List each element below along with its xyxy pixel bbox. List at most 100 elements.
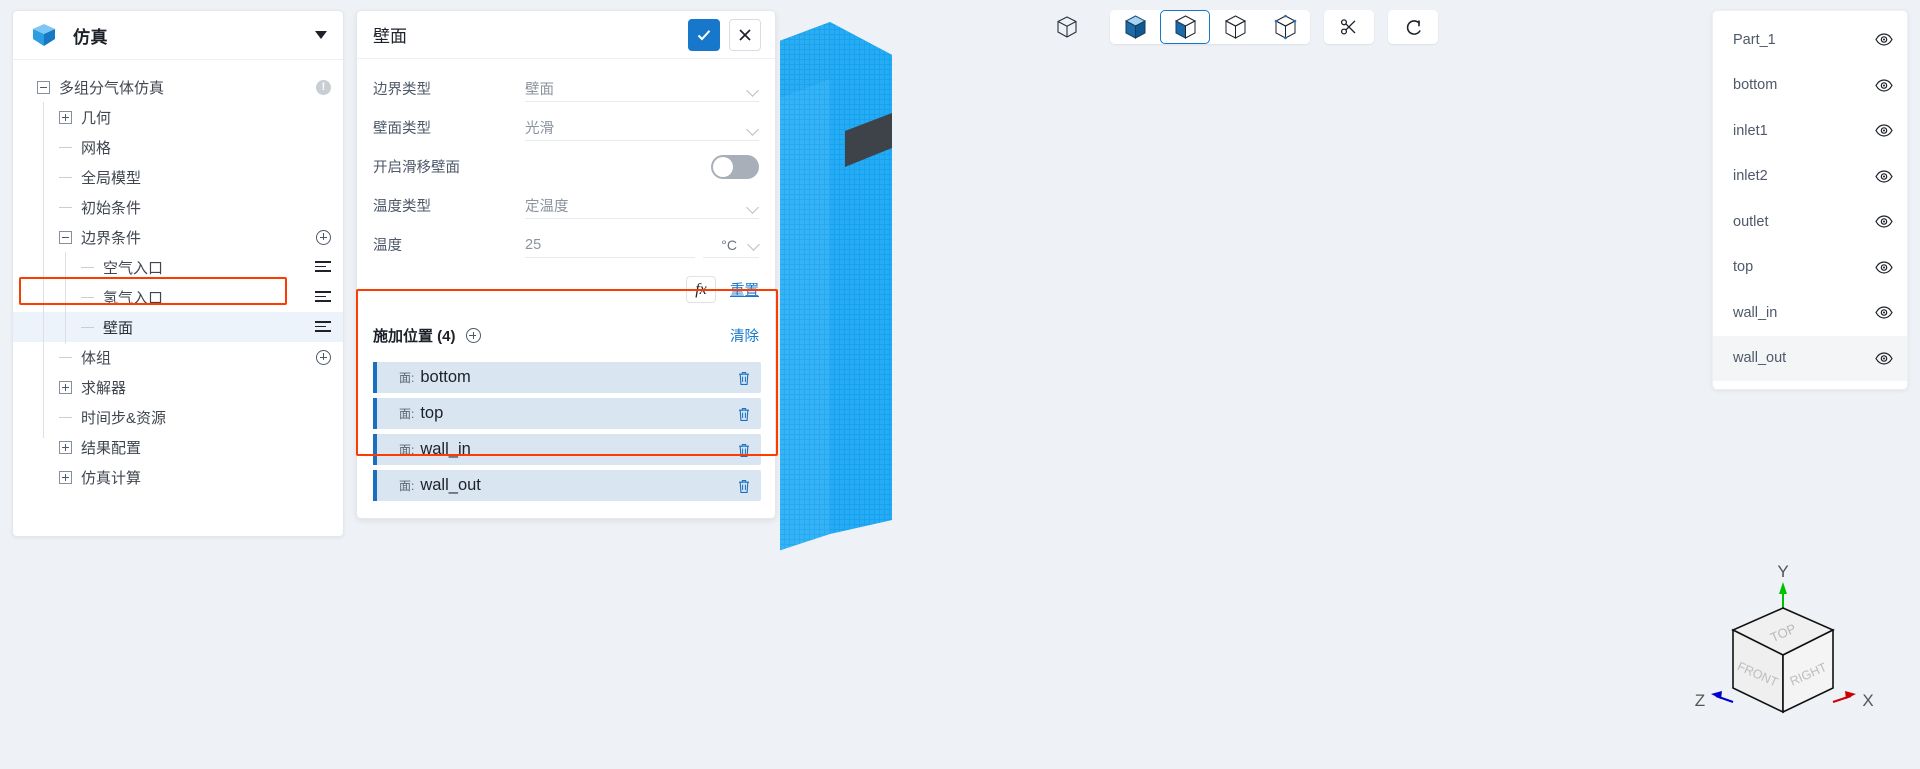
cancel-button[interactable] xyxy=(729,18,761,51)
orientation-cube[interactable]: Y X Z TOP FRONT RIGHT xyxy=(1688,560,1878,755)
tree-branch-line xyxy=(59,416,72,418)
list-icon[interactable] xyxy=(315,261,331,273)
trash-icon[interactable] xyxy=(737,370,751,386)
tree-item-10[interactable]: 求解器 xyxy=(13,372,343,402)
field-enable-sliding-wall: 开启滑移壁面 xyxy=(373,147,759,186)
tree-item-label: 求解器 xyxy=(81,379,127,397)
tree-item-label: 网格 xyxy=(81,139,112,157)
temperature-type-select[interactable]: 定温度 xyxy=(525,186,759,225)
position-item[interactable]: 面: wall_out xyxy=(373,470,761,501)
expand-icon[interactable] xyxy=(59,110,72,124)
position-name: top xyxy=(420,404,444,422)
part-row[interactable]: inlet1 xyxy=(1713,108,1907,154)
clear-positions-button[interactable]: 清除 xyxy=(730,325,759,346)
tree-item-label: 氢气入口 xyxy=(103,289,164,307)
tree-item-3[interactable]: 全局模型 xyxy=(13,162,343,192)
position-item[interactable]: 面: wall_in xyxy=(373,434,761,465)
tree-item-9[interactable]: 体组 xyxy=(13,342,343,372)
expand-icon[interactable] xyxy=(59,470,72,484)
part-row[interactable]: bottom xyxy=(1713,63,1907,109)
plus-circle-icon[interactable] xyxy=(316,229,331,245)
tree-item-11[interactable]: 时间步&资源 xyxy=(13,402,343,432)
plus-circle-icon[interactable] xyxy=(316,349,331,365)
unit-label: °C xyxy=(721,236,737,253)
eye-icon[interactable] xyxy=(1875,306,1893,319)
tree-item-2[interactable]: 网格 xyxy=(13,132,343,162)
eye-icon[interactable] xyxy=(1875,33,1893,46)
sliding-wall-toggle[interactable] xyxy=(711,154,759,179)
3d-viewport[interactable] xyxy=(780,0,1700,769)
tree-branch-line xyxy=(59,176,72,178)
tree-connector-line xyxy=(43,102,44,438)
formula-actions: fx 重置 xyxy=(357,268,775,313)
list-icon-wrap[interactable] xyxy=(315,261,331,273)
collapse-icon[interactable] xyxy=(59,230,72,244)
chevron-down-icon[interactable] xyxy=(315,31,327,39)
position-prefix: 面: xyxy=(399,371,415,385)
info-icon[interactable]: ! xyxy=(316,79,331,95)
info-icon-wrap[interactable]: ! xyxy=(316,79,331,95)
add-position-button[interactable] xyxy=(465,328,481,343)
eye-icon[interactable] xyxy=(1875,261,1893,274)
field-value: 光滑 xyxy=(525,121,554,137)
tree-item-5[interactable]: 边界条件 xyxy=(13,222,343,252)
eye-icon[interactable] xyxy=(1875,352,1893,365)
tree-item-8[interactable]: 壁面 xyxy=(13,312,343,342)
position-item[interactable]: 面: bottom xyxy=(373,362,761,393)
temperature-unit-select[interactable]: °C xyxy=(721,225,760,264)
part-row[interactable]: inlet2 xyxy=(1713,154,1907,200)
tree-item-label: 体组 xyxy=(81,349,112,367)
list-icon[interactable] xyxy=(315,321,331,333)
eye-icon[interactable] xyxy=(1875,124,1893,137)
eye-icon[interactable] xyxy=(1875,215,1893,228)
axis-label-y: Y xyxy=(1777,562,1788,581)
formula-button[interactable]: fx xyxy=(686,276,716,303)
eye-icon[interactable] xyxy=(1875,79,1893,92)
part-row[interactable]: outlet xyxy=(1713,199,1907,245)
tree-item-0[interactable]: 多组分气体仿真! xyxy=(13,72,343,102)
tree-item-7[interactable]: 氢气入口 xyxy=(13,282,343,312)
wall-type-select[interactable]: 光滑 xyxy=(525,108,759,147)
position-item[interactable]: 面: top xyxy=(373,398,761,429)
tree-item-6[interactable]: 空气入口 xyxy=(13,252,343,282)
trash-icon[interactable] xyxy=(737,406,751,422)
wall-form: 边界类型 壁面 壁面类型 光滑 开启滑移壁面 温度类型 定温度 温度 25 °C xyxy=(357,59,775,268)
plus-circle-icon-wrap[interactable] xyxy=(316,229,331,245)
part-row[interactable]: Part_1 xyxy=(1713,17,1907,63)
temperature-input[interactable]: 25 xyxy=(525,237,541,253)
field-temperature-type: 温度类型 定温度 xyxy=(373,186,759,225)
tree-item-12[interactable]: 结果配置 xyxy=(13,432,343,462)
collapse-icon[interactable] xyxy=(37,80,50,94)
tree-item-label: 初始条件 xyxy=(81,199,142,217)
plus-circle-icon-wrap[interactable] xyxy=(316,349,331,365)
position-prefix: 面: xyxy=(399,407,415,421)
position-name: wall_in xyxy=(420,440,471,458)
trash-icon[interactable] xyxy=(737,478,751,494)
eye-icon[interactable] xyxy=(1875,170,1893,183)
reset-button[interactable]: 重置 xyxy=(730,279,759,300)
tree-item-1[interactable]: 几何 xyxy=(13,102,343,132)
tree-branch-line xyxy=(81,326,94,328)
sidebar-header: 仿真 xyxy=(13,11,343,60)
mesh-model[interactable] xyxy=(780,0,1700,769)
expand-icon[interactable] xyxy=(59,380,72,394)
confirm-button[interactable] xyxy=(688,18,720,51)
tree-item-4[interactable]: 初始条件 xyxy=(13,192,343,222)
tree-item-label: 壁面 xyxy=(103,319,134,337)
expand-icon[interactable] xyxy=(59,440,72,454)
part-row[interactable]: wall_out xyxy=(1713,335,1907,381)
tree-item-label: 时间步&资源 xyxy=(81,409,167,427)
list-icon[interactable] xyxy=(315,291,331,303)
tree-item-label: 几何 xyxy=(81,109,112,127)
trash-icon[interactable] xyxy=(737,442,751,458)
field-label: 边界类型 xyxy=(373,82,431,98)
part-row[interactable]: top xyxy=(1713,245,1907,291)
part-row[interactable]: wall_in xyxy=(1713,290,1907,336)
tree-item-13[interactable]: 仿真计算 xyxy=(13,462,343,492)
list-icon-wrap[interactable] xyxy=(315,321,331,333)
part-label: inlet2 xyxy=(1733,168,1768,185)
list-icon-wrap[interactable] xyxy=(315,291,331,303)
boundary-type-select[interactable]: 壁面 xyxy=(525,69,759,108)
tree-item-label: 多组分气体仿真 xyxy=(59,79,165,97)
part-label: wall_out xyxy=(1733,350,1787,367)
